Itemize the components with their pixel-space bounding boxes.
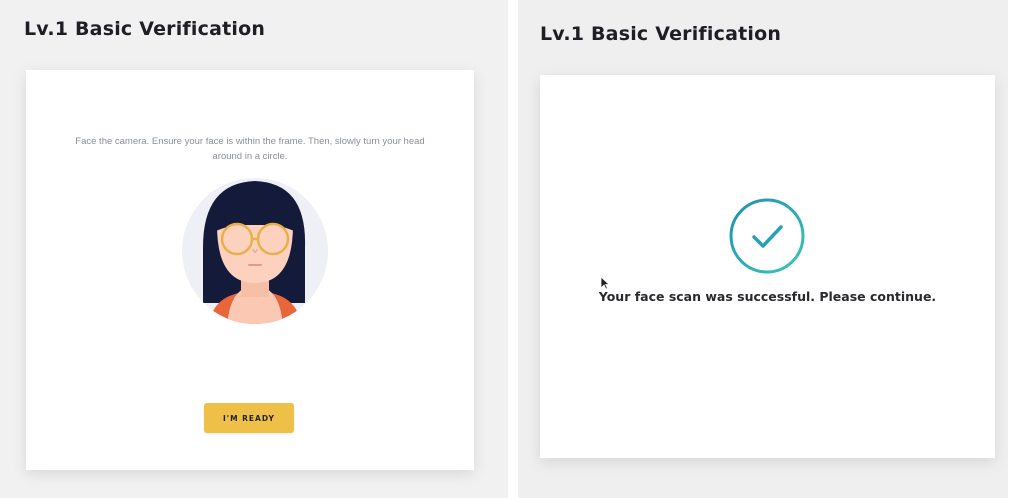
im-ready-button[interactable]: I'M READY xyxy=(204,403,294,433)
scan-instructions: Face the camera. Ensure your face is wit… xyxy=(75,136,425,162)
scan-success-message: Your face scan was successful. Please co… xyxy=(598,289,937,304)
panel-divider xyxy=(508,0,518,498)
page-title: Lv.1 Basic Verification xyxy=(540,23,782,45)
face-scan-panel: Lv.1 Basic Verification Face the camera.… xyxy=(0,0,508,498)
face-scan-card: Face the camera. Ensure your face is wit… xyxy=(26,70,474,470)
screenshot-stage: Lv.1 Basic Verification Face the camera.… xyxy=(0,0,1024,498)
scan-success-card: Your face scan was successful. Please co… xyxy=(540,75,995,458)
checkmark-circle-icon xyxy=(728,197,806,275)
scan-success-panel: Lv.1 Basic Verification Your face scan w… xyxy=(518,0,1008,498)
mouse-pointer-icon xyxy=(600,276,610,290)
page-title: Lv.1 Basic Verification xyxy=(24,18,266,40)
face-illustration xyxy=(181,177,329,325)
